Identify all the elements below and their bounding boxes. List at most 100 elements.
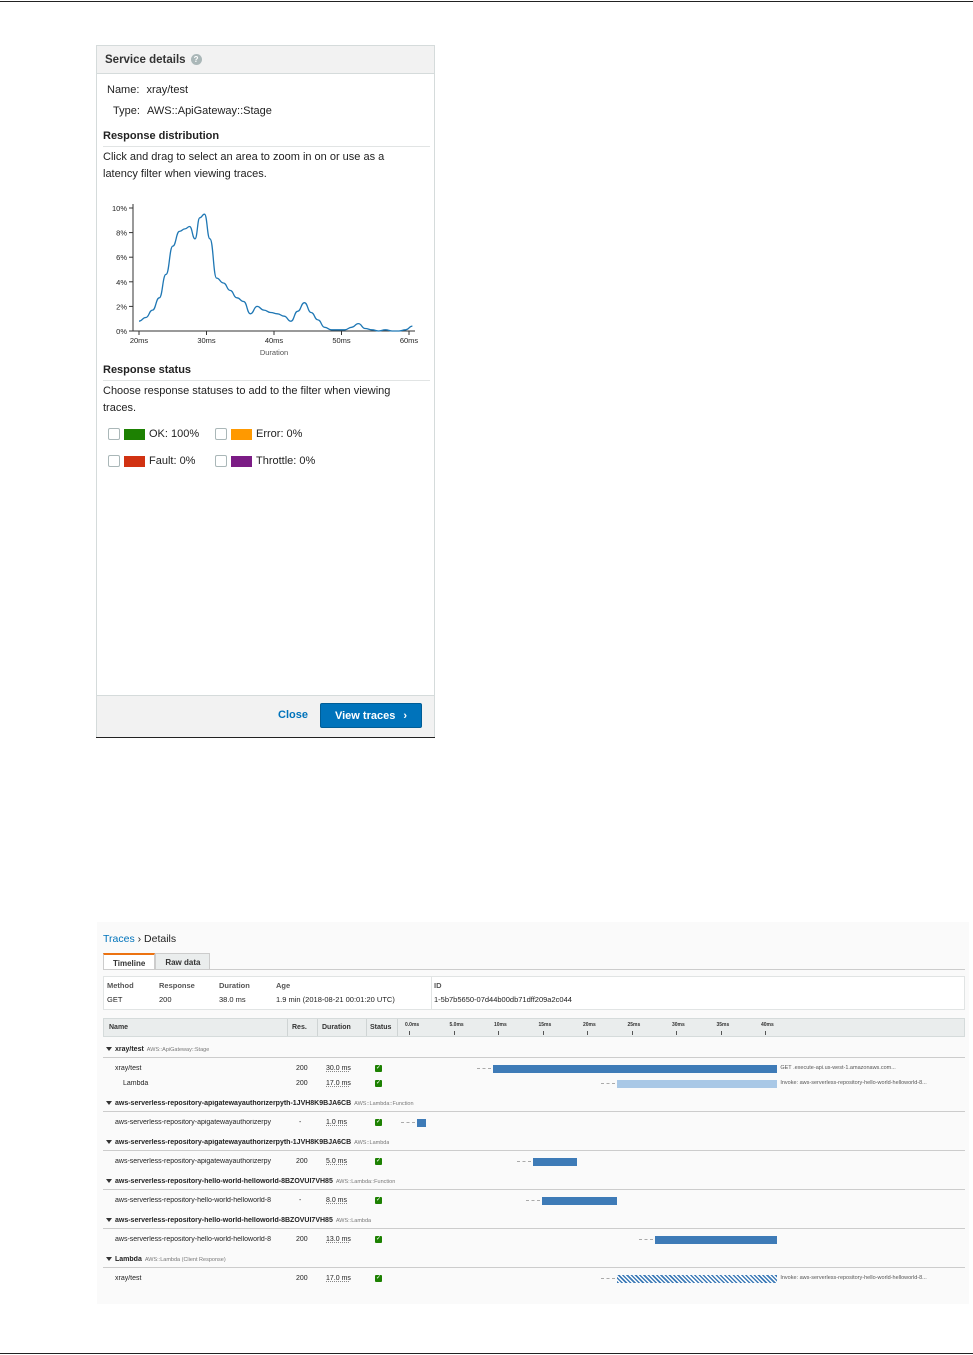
timeline-offset-line bbox=[601, 1278, 616, 1279]
timeline-bar-label: Invoke: aws-serverless-repository-hello-… bbox=[780, 1275, 927, 1281]
timeline-tick bbox=[765, 1031, 766, 1035]
segment-row[interactable]: xray/test 200 17.0 ms ✓ Invoke: aws-serverle… bbox=[103, 1272, 965, 1287]
caret-down-icon[interactable] bbox=[106, 1218, 112, 1223]
status-ok[interactable]: OK: 100% bbox=[108, 428, 199, 440]
bottom-divider bbox=[0, 1353, 973, 1354]
timeline-tick bbox=[631, 1031, 633, 1035]
throttle-label: Throttle: 0% bbox=[256, 455, 316, 467]
timeline-bar[interactable] bbox=[492, 1065, 778, 1073]
panel-header: Service details ? bbox=[97, 46, 434, 74]
name-label: Name: bbox=[107, 84, 140, 96]
segment-group-header[interactable]: aws-serverless-repository-hello-world-he… bbox=[103, 1214, 965, 1229]
timeline-offset-line bbox=[400, 1122, 415, 1123]
segment-group-title: aws-serverless-repository-apigatewayauth… bbox=[106, 1100, 414, 1107]
error-checkbox[interactable] bbox=[215, 428, 227, 440]
response-distribution-chart[interactable]: 0% 2% 4% 6% 8% 10% 20ms 30ms 40ms 50ms 60ms Duratio… bbox=[101, 196, 431, 361]
throttle-checkbox[interactable] bbox=[215, 455, 227, 467]
timeline-tick bbox=[542, 1031, 544, 1035]
status-fault[interactable]: Fault: 0% bbox=[108, 455, 195, 467]
y-tick-label: 4% bbox=[116, 278, 127, 287]
segment-row[interactable]: aws-serverless-repository-hello-world-he… bbox=[103, 1194, 965, 1209]
meta-separator bbox=[431, 977, 432, 1009]
latency-distribution-line bbox=[138, 213, 413, 332]
name-value: xray/test bbox=[146, 84, 189, 96]
segment-duration: 8.0 ms bbox=[326, 1197, 348, 1204]
status-error[interactable]: Error: 0% bbox=[215, 428, 302, 440]
caret-down-icon[interactable] bbox=[106, 1047, 112, 1052]
col-status[interactable]: Status bbox=[370, 1024, 391, 1031]
segment-row[interactable]: aws-serverless-repository-hello-world-he… bbox=[103, 1233, 965, 1248]
help-icon[interactable]: ? bbox=[190, 54, 202, 65]
segment-group-title: aws-serverless-repository-hello-world-he… bbox=[106, 1178, 395, 1185]
name-row: Name: xray/test bbox=[107, 84, 188, 96]
timeline-tick-label: 15ms bbox=[538, 1022, 552, 1028]
breadcrumb-separator: › bbox=[137, 933, 142, 945]
segment-group-title: aws-serverless-repository-apigatewayauth… bbox=[106, 1139, 389, 1146]
segment-group-name: Lambda bbox=[115, 1256, 142, 1263]
segment-name: aws-serverless-repository-hello-world-he… bbox=[115, 1236, 271, 1243]
y-tick-label: 0% bbox=[116, 327, 127, 336]
breadcrumb-traces-link[interactable]: Traces bbox=[103, 933, 135, 945]
segment-name: aws-serverless-repository-apigatewayauth… bbox=[115, 1158, 272, 1165]
type-label: Type: bbox=[113, 105, 140, 117]
ok-status-icon: ✓ bbox=[375, 1275, 382, 1282]
timeline-bar[interactable] bbox=[541, 1197, 618, 1205]
segment-group-header[interactable]: aws-serverless-repository-hello-world-he… bbox=[103, 1175, 965, 1190]
timeline-bar-label: GET .execute-api.us-west-1.amazonaws.com… bbox=[780, 1065, 896, 1071]
caret-down-icon[interactable] bbox=[106, 1101, 112, 1106]
col-duration[interactable]: Duration bbox=[322, 1024, 351, 1031]
top-divider bbox=[0, 1, 973, 2]
panel-title: Service details bbox=[105, 53, 186, 66]
segment-row[interactable]: aws-serverless-repository-apigatewayauth… bbox=[103, 1116, 965, 1131]
ok-checkbox[interactable] bbox=[108, 428, 120, 440]
caret-down-icon[interactable] bbox=[106, 1257, 112, 1262]
fault-checkbox[interactable] bbox=[108, 455, 120, 467]
y-tick-label: 10% bbox=[112, 204, 127, 213]
id-header: ID bbox=[434, 981, 442, 990]
timeline-bar[interactable] bbox=[617, 1275, 778, 1283]
timeline-bar[interactable] bbox=[416, 1119, 426, 1127]
segment-group-header[interactable]: Lambda AWS::Lambda (Client Response) bbox=[103, 1253, 965, 1268]
col-res[interactable]: Res. bbox=[292, 1024, 307, 1031]
segment-group-header[interactable]: xray/test AWS::ApiGateway::Stage bbox=[103, 1043, 965, 1058]
y-tick-label: 6% bbox=[116, 253, 127, 262]
status-throttle[interactable]: Throttle: 0% bbox=[215, 455, 315, 467]
segment-duration: 13.0 ms bbox=[326, 1236, 351, 1243]
timeline-bar[interactable] bbox=[532, 1158, 578, 1166]
view-traces-button[interactable]: View traces › bbox=[320, 703, 422, 728]
segment-row[interactable]: Lambda 200 17.0 ms ✓ Invoke: aws-serverless-… bbox=[103, 1077, 965, 1092]
segment-row[interactable]: aws-serverless-repository-apigatewayauth… bbox=[103, 1155, 965, 1170]
segment-group-title: aws-serverless-repository-hello-world-he… bbox=[106, 1217, 371, 1224]
timeline-header: Name Res. Duration Status 0.0ms 5.0ms 10ms… bbox=[103, 1018, 965, 1037]
segment-group-type: AWS::Lambda::Function bbox=[354, 1101, 414, 1107]
col-name[interactable]: Name bbox=[109, 1024, 128, 1031]
tab-timeline[interactable]: Timeline bbox=[103, 953, 156, 970]
meta-method: Method GET bbox=[107, 981, 134, 1004]
ok-status-icon: ✓ bbox=[375, 1119, 382, 1126]
tab-raw-data[interactable]: Raw data bbox=[155, 953, 211, 970]
ok-status-icon: ✓ bbox=[375, 1158, 382, 1165]
x-tick-label: 40ms bbox=[265, 336, 284, 345]
segment-group-type: AWS::Lambda::Function bbox=[335, 1179, 396, 1185]
segment-group-name: aws-serverless-repository-apigatewayauth… bbox=[115, 1100, 352, 1107]
segment-group-type: AWS::Lambda bbox=[335, 1218, 372, 1224]
panel-footer: Close View traces › bbox=[97, 695, 434, 737]
caret-down-icon[interactable] bbox=[106, 1140, 112, 1145]
segment-group-header[interactable]: aws-serverless-repository-apigatewayauth… bbox=[103, 1097, 965, 1112]
fault-swatch bbox=[124, 455, 145, 467]
timeline-offset-line bbox=[525, 1200, 540, 1201]
segment-group-header[interactable]: aws-serverless-repository-apigatewayauth… bbox=[103, 1136, 965, 1151]
response-status-title: Response status bbox=[103, 364, 430, 381]
timeline-tick bbox=[453, 1031, 455, 1035]
segment-response: 200 bbox=[296, 1065, 308, 1072]
segment-row[interactable]: xray/test 200 30.0 ms ✓ GET .execute-api.us-… bbox=[103, 1062, 965, 1077]
segment-duration: 30.0 ms bbox=[326, 1065, 351, 1072]
caret-down-icon[interactable] bbox=[106, 1179, 112, 1184]
x-tick-label: 60ms bbox=[400, 336, 419, 345]
timeline-bar[interactable] bbox=[654, 1236, 778, 1244]
timeline-tick bbox=[498, 1031, 499, 1035]
timeline-bar[interactable] bbox=[617, 1080, 778, 1088]
segment-response: 200 bbox=[296, 1236, 308, 1243]
response-value: 200 bbox=[159, 995, 172, 1004]
close-button[interactable]: Close bbox=[278, 709, 308, 721]
